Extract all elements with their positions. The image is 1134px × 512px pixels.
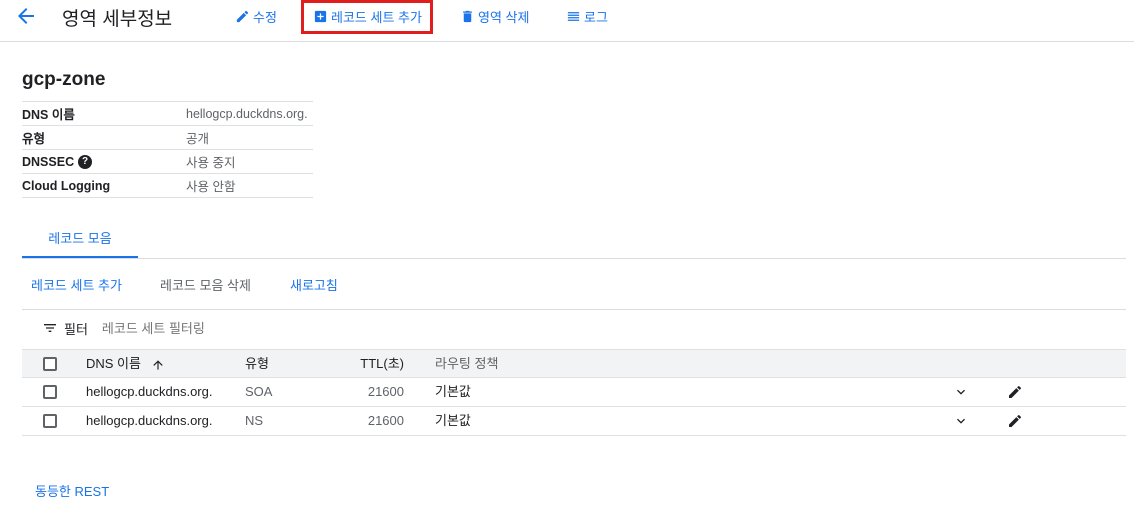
filter-input[interactable]	[101, 320, 402, 336]
cell-ttl: 21600	[367, 413, 404, 428]
detail-label: 유형	[22, 132, 46, 146]
record-sets-table: DNS 이름 유형 TTL(초) 라우팅 정책 hellogcp.duckdns…	[22, 349, 1126, 436]
detail-row-dns: DNS 이름 hellogcp.duckdns.org.	[22, 102, 313, 126]
cell-routing: 기본값	[435, 413, 471, 428]
delete-zone-button[interactable]: 영역 삭제	[460, 7, 529, 25]
cell-dns: hellogcp.duckdns.org.	[86, 413, 213, 428]
pencil-icon[interactable]	[1007, 413, 1023, 429]
detail-value: 공개	[186, 132, 210, 146]
select-all-checkbox[interactable]	[43, 357, 57, 371]
zone-details-table: DNS 이름 hellogcp.duckdns.org. 유형 공개 DNSSE…	[22, 101, 313, 198]
pencil-icon	[236, 10, 249, 22]
detail-value: 사용 안함	[186, 180, 236, 194]
sort-arrow-up-icon	[152, 359, 163, 370]
cell-type: NS	[245, 413, 264, 428]
column-header-dns[interactable]: DNS 이름	[86, 350, 165, 378]
column-header-type[interactable]: 유형	[245, 350, 269, 378]
detail-value: hellogcp.duckdns.org.	[186, 106, 308, 121]
detail-row-type: 유형 공개	[22, 126, 313, 150]
table-header: DNS 이름 유형 TTL(초) 라우팅 정책	[22, 349, 1126, 378]
cell-dns: hellogcp.duckdns.org.	[86, 384, 213, 399]
column-header-ttl[interactable]: TTL(초)	[347, 350, 404, 378]
page-title: 영역 세부정보	[62, 9, 173, 30]
table-row: hellogcp.duckdns.org. SOA 21600 기본값	[22, 378, 1126, 407]
delete-records-link[interactable]: 레코드 모음 삭제	[160, 275, 251, 294]
detail-label: DNS 이름	[22, 108, 75, 122]
zone-name: gcp-zone	[22, 69, 106, 90]
chevron-down-icon[interactable]	[953, 384, 969, 400]
tab-bar: 레코드 모음	[22, 227, 1126, 259]
add-record-set-link[interactable]: 레코드 세트 추가	[31, 275, 122, 294]
detail-label: Cloud Logging	[22, 178, 111, 193]
tab-record-sets[interactable]: 레코드 모음	[22, 227, 138, 258]
filter-icon[interactable]	[42, 320, 58, 336]
row-checkbox[interactable]	[43, 385, 57, 399]
logs-button[interactable]: 로그	[566, 7, 608, 25]
table-row: hellogcp.duckdns.org. NS 21600 기본값	[22, 407, 1126, 436]
detail-row-logging: Cloud Logging 사용 안함	[22, 174, 313, 198]
cell-ttl: 21600	[367, 384, 404, 399]
column-label: DNS 이름	[86, 356, 141, 371]
cell-routing: 기본값	[435, 384, 471, 399]
detail-label-container: DNSSEC ?	[22, 154, 186, 169]
refresh-link[interactable]: 새로고침	[290, 275, 338, 294]
edit-label: 수정	[253, 9, 277, 25]
cell-type: SOA	[245, 384, 273, 399]
filter-label: 필터	[64, 321, 88, 337]
logs-label: 로그	[584, 9, 608, 25]
edit-zone-button[interactable]: 수정	[235, 7, 277, 25]
record-actions-bar: 레코드 세트 추가 레코드 모음 삭제 새로고침	[22, 269, 1126, 310]
detail-row-dnssec: DNSSEC ? 사용 중지	[22, 150, 313, 174]
detail-value: 사용 중지	[186, 156, 236, 170]
pencil-icon[interactable]	[1007, 384, 1023, 400]
trash-icon	[463, 10, 472, 22]
top-toolbar: 영역 세부정보 수정 레코드 세트 추가 영역 삭제 로그	[0, 0, 1134, 42]
filter-bar: 필터	[42, 318, 402, 338]
delete-zone-label: 영역 삭제	[478, 9, 530, 25]
detail-label: DNSSEC	[22, 154, 75, 169]
list-icon	[567, 11, 580, 21]
equivalent-rest-link[interactable]: 동등한 REST	[35, 481, 109, 500]
highlight-box	[301, 0, 433, 34]
help-icon[interactable]: ?	[78, 154, 93, 169]
row-checkbox[interactable]	[43, 414, 57, 428]
back-arrow-icon[interactable]	[14, 4, 38, 28]
column-header-routing[interactable]: 라우팅 정책	[435, 350, 498, 378]
chevron-down-icon[interactable]	[953, 413, 969, 429]
